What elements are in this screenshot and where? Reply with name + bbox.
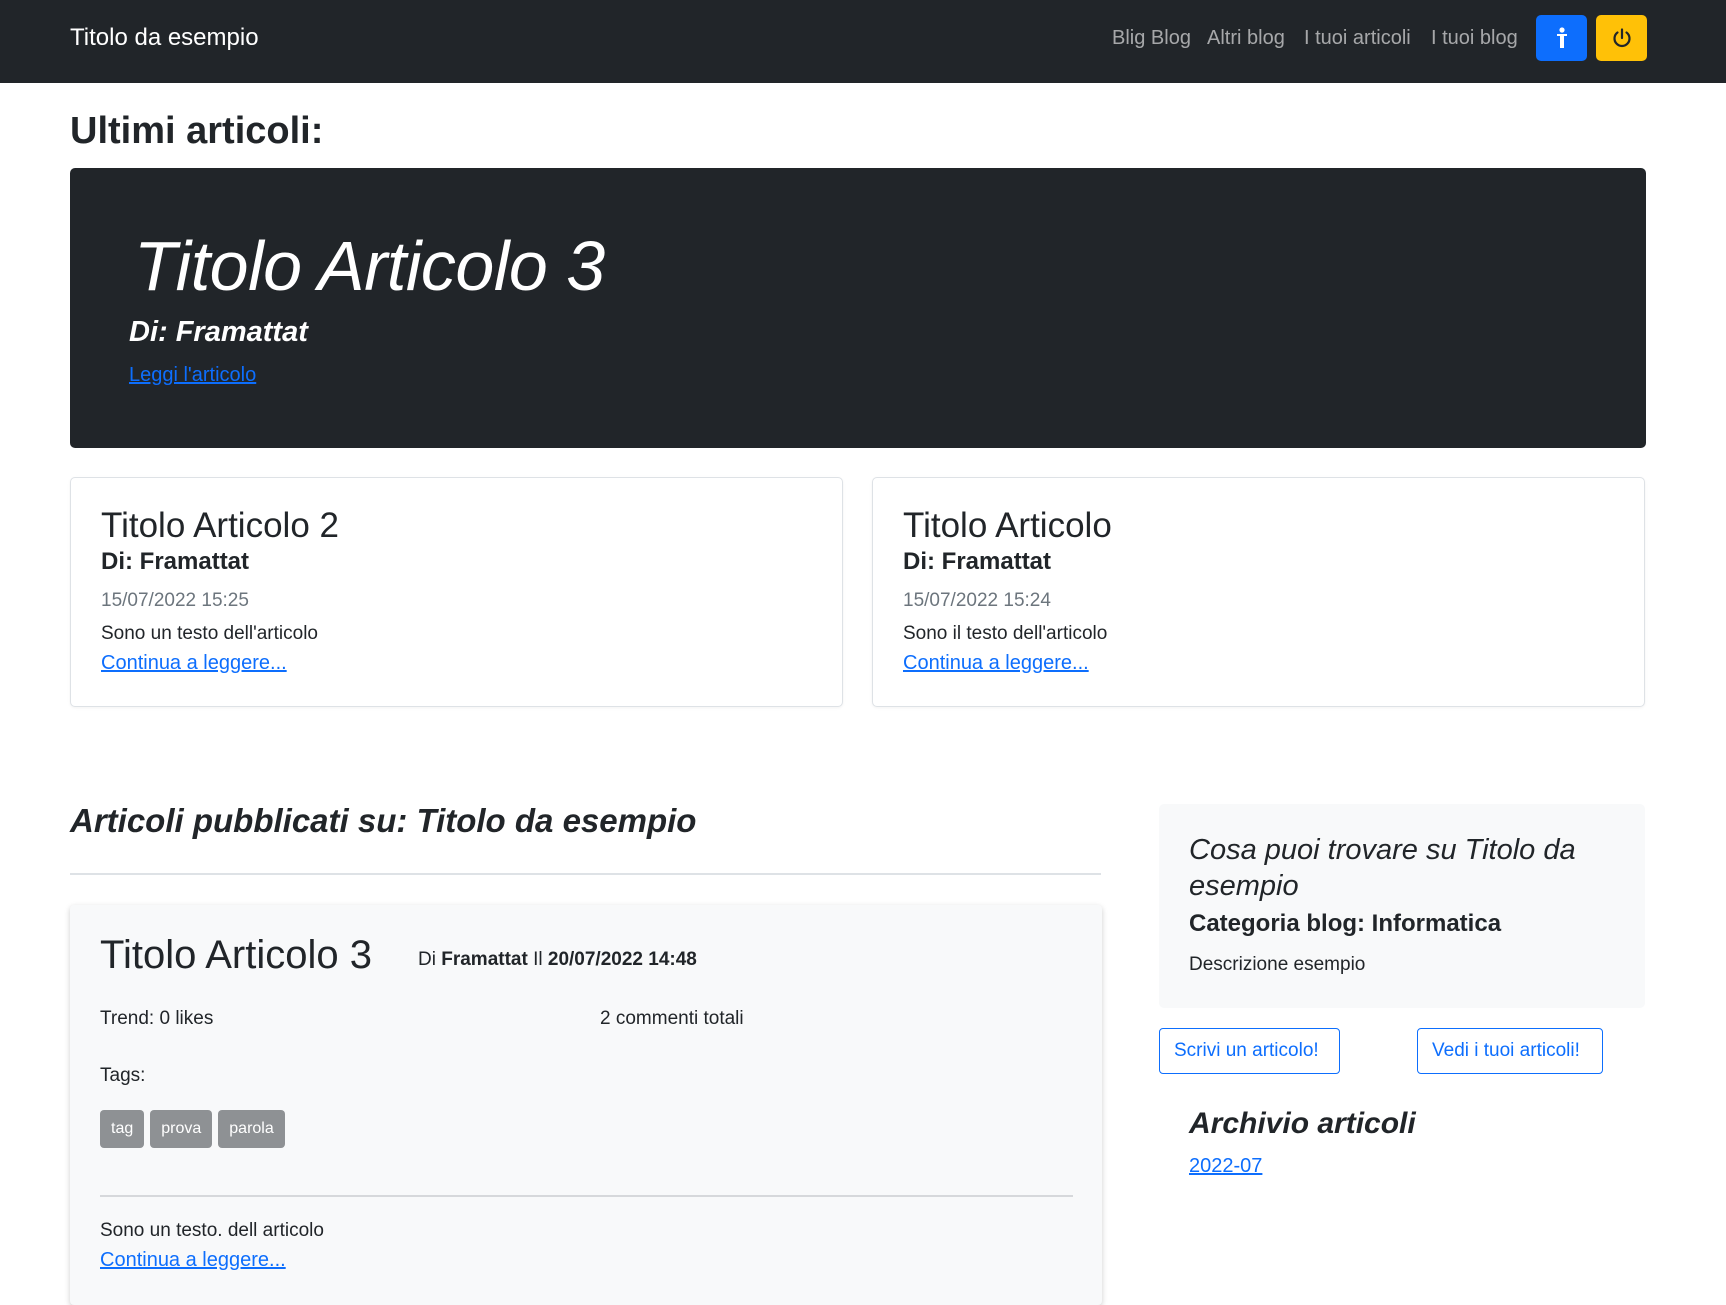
post-author: Framattat	[441, 949, 528, 970]
card-text: Sono il testo dell'articolo	[903, 623, 1108, 644]
read-article-link[interactable]: Leggi l'articolo	[129, 364, 256, 387]
post-text: Sono un testo. dell articolo	[100, 1220, 324, 1241]
post-comments: 2 commenti totali	[600, 1008, 744, 1029]
hero-title: Titolo Articolo 3	[134, 227, 605, 305]
power-icon	[1612, 28, 1631, 48]
hero-banner: Titolo Articolo 3 Di: Framattat Leggi l'…	[70, 168, 1646, 448]
posts-heading: Articoli pubblicati su: Titolo da esempi…	[70, 802, 697, 839]
post-title: Titolo Articolo 3	[100, 933, 372, 977]
person-icon	[1556, 27, 1567, 48]
tag-badge[interactable]: parola	[218, 1110, 285, 1148]
tags-list: tag prova parola	[100, 1110, 285, 1148]
hero-author: Di: Framattat	[129, 316, 308, 348]
article-card: Titolo Articolo Di: Framattat 15/07/2022…	[872, 477, 1645, 707]
card-text: Sono un testo dell'articolo	[101, 623, 318, 644]
archive-link[interactable]: 2022-07	[1189, 1155, 1262, 1178]
navbar-brand[interactable]: Titolo da esempio	[70, 24, 259, 52]
tags-label: Tags:	[100, 1065, 146, 1086]
post-meta-prefix: Di	[418, 949, 436, 970]
tag-badge[interactable]: prova	[150, 1110, 213, 1148]
card-title: Titolo Articolo	[903, 506, 1112, 545]
card-author: Di: Framattat	[903, 548, 1052, 575]
logout-button[interactable]	[1596, 15, 1647, 61]
post-meta-sep: Il	[533, 949, 543, 970]
blog-info-title: Cosa puoi trovare su Titolo da esempio	[1189, 834, 1576, 902]
post-item: Titolo Articolo 3 Di Framattat Il 20/07/…	[70, 905, 1102, 1305]
card-author: Di: Framattat	[101, 548, 250, 575]
write-article-button[interactable]: Scrivi un articolo!	[1159, 1028, 1340, 1074]
nav-link-altri-blog[interactable]: Altri blog	[1207, 27, 1285, 50]
card-date: 15/07/2022 15:24	[903, 590, 1051, 611]
latest-heading: Ultimi articoli:	[70, 110, 324, 152]
continue-reading-link[interactable]: Continua a leggere...	[101, 652, 287, 675]
archive-title: Archivio articoli	[1189, 1107, 1416, 1140]
nav-link-tuoi-articoli[interactable]: I tuoi articoli	[1304, 27, 1411, 50]
post-date: 20/07/2022 14:48	[547, 949, 697, 970]
article-card: Titolo Articolo 2 Di: Framattat 15/07/20…	[70, 477, 843, 707]
blog-category: Categoria blog: Informatica	[1189, 910, 1502, 937]
post-meta: Di Framattat Il 20/07/2022 14:48	[418, 949, 697, 971]
continue-reading-link[interactable]: Continua a leggere...	[903, 652, 1089, 675]
nav-link-tuoi-blog[interactable]: I tuoi blog	[1431, 27, 1518, 50]
nav-link-blig-blog[interactable]: Blig Blog	[1112, 27, 1191, 50]
blog-info-box: Cosa puoi trovare su Titolo da esempio C…	[1159, 804, 1645, 1008]
post-trend: Trend: 0 likes	[100, 1008, 214, 1029]
profile-button[interactable]	[1536, 15, 1587, 61]
navbar: Titolo da esempio Blig Blog Altri blog I…	[0, 0, 1726, 83]
card-date: 15/07/2022 15:25	[101, 590, 249, 611]
divider	[100, 1195, 1073, 1197]
divider	[70, 873, 1101, 875]
card-title: Titolo Articolo 2	[101, 506, 339, 545]
continue-reading-link[interactable]: Continua a leggere...	[100, 1249, 286, 1272]
tag-badge[interactable]: tag	[100, 1110, 145, 1148]
see-articles-button[interactable]: Vedi i tuoi articoli!	[1417, 1028, 1603, 1074]
blog-description: Descrizione esempio	[1189, 954, 1366, 975]
